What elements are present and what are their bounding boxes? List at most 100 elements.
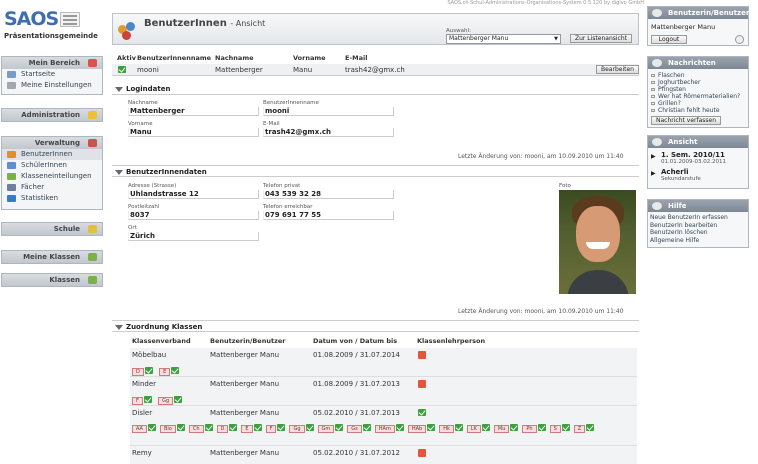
semester[interactable]: 1. Sem. 2010/11 [661, 151, 725, 159]
subject-tag[interactable]: Gg [158, 397, 174, 405]
subject-tag[interactable]: AA [132, 425, 147, 433]
subject-tag[interactable]: Gg [289, 425, 305, 433]
nav-startseite[interactable]: Startseite [2, 69, 102, 80]
message-item[interactable]: Flaschen [651, 72, 748, 79]
subject-tag[interactable]: Z [573, 425, 586, 433]
cell-email: trash42@gmx.ch [345, 66, 405, 74]
school-icon [88, 225, 97, 233]
subject-tag[interactable]: Gm [317, 425, 335, 433]
envelope-icon [651, 109, 655, 112]
cell-datum: 05.02.2010 / 31.07.2012 [313, 449, 400, 457]
subject-tag[interactable]: Ph [522, 425, 537, 433]
help-link[interactable]: BenutzerIn bearbeiten [650, 222, 748, 230]
cell-klasse: Möbelbau [132, 351, 167, 359]
nachrichten-box: Nachrichten Flaschen Joghurtbecher Pfingst… [647, 56, 749, 128]
check-icon [427, 424, 436, 431]
subject-tag[interactable]: HAb [407, 425, 427, 433]
subject-tag[interactable]: Ch [188, 425, 204, 433]
check-icon [537, 424, 546, 431]
help-icon [652, 202, 662, 210]
check-icon [253, 424, 262, 431]
subject-tag[interactable]: E [159, 368, 171, 376]
label-telefon-privat: Telefon privat [263, 183, 301, 189]
collapse-icon [115, 170, 123, 175]
auswahl-select[interactable]: Mattenberger Manu ▼ [446, 34, 561, 44]
remove-icon[interactable] [418, 380, 426, 388]
zur-listenansicht-button[interactable]: Zur Listenansicht [570, 34, 632, 43]
nav-statistiken[interactable]: Statistiken [2, 193, 102, 204]
value-vorname: Manu [128, 128, 259, 137]
nachricht-verfassen-button[interactable]: Nachricht verfassen [651, 116, 722, 125]
subject-tag[interactable]: Hk [439, 425, 454, 433]
nav-meine-einstellungen[interactable]: Meine Einstellungen [2, 80, 102, 91]
schule-header[interactable]: Schule [2, 223, 102, 235]
subject-tag[interactable]: LK [466, 425, 481, 433]
remove-icon[interactable] [418, 351, 426, 359]
meine-klassen-header[interactable]: Meine Klassen [2, 251, 102, 263]
warning-icon [88, 111, 97, 119]
message-item[interactable]: Joghurtbecher [651, 79, 748, 86]
subject-tag[interactable]: S [549, 425, 561, 433]
administration-header[interactable]: Administration [2, 109, 102, 121]
subject-tag[interactable]: D [132, 368, 144, 376]
message-title: Joghurtbecher [658, 79, 701, 86]
cell-datum: 05.02.2010 / 31.07.2013 [313, 409, 400, 417]
group-icon [88, 253, 97, 261]
help-link[interactable]: BenutzerIn löschen [650, 229, 748, 237]
saos-logo[interactable]: SAOS [4, 8, 59, 30]
subject-tag[interactable]: F [265, 425, 277, 433]
nav-klasseneinteilungen[interactable]: Klasseneinteilungen [2, 171, 102, 182]
message-item[interactable]: Wer hat Römermaterialien? [651, 93, 748, 100]
title-bar: BenutzerInnen - Ansicht Auswahl: Mattenb… [112, 13, 639, 45]
verwaltung-header[interactable]: Verwaltung [2, 137, 102, 149]
subject-tag[interactable]: Bio [159, 425, 176, 433]
subject-tag[interactable]: D [216, 425, 229, 433]
subject-tag[interactable]: Mu [493, 425, 510, 433]
section-zuordnung-klassen[interactable]: Zuordnung Klassen [112, 320, 639, 332]
klassen-row: Remy Mattenberger Manu 05.02.2010 / 31.0… [130, 446, 637, 464]
cell-nachname: Mattenberger [215, 66, 263, 74]
remove-icon[interactable] [418, 449, 426, 457]
section-benutzerinnendaten[interactable]: BenutzerInnendaten [112, 165, 639, 177]
cell-benutzer: Mattenberger Manu [210, 380, 280, 388]
collapse-icon [115, 87, 123, 92]
klassen-header[interactable]: Klassen [2, 274, 102, 286]
logged-in-user: Mattenberger Manu [651, 23, 716, 31]
message-item[interactable]: Christian fehlt heute [651, 107, 748, 114]
subject-tag[interactable]: Gs [347, 425, 362, 433]
nav-faecher[interactable]: Fächer [2, 182, 102, 193]
message-title: Flaschen [658, 72, 685, 79]
mein-bereich-header[interactable]: Mein Bereich [2, 57, 102, 69]
check-icon [561, 424, 570, 431]
cell-klasse: Remy [132, 449, 152, 457]
subject-tag[interactable]: HAm [374, 425, 395, 433]
check-icon [454, 424, 463, 431]
organization-name: Präsentationsgemeinde [4, 32, 98, 40]
cell-benutzer: Mattenberger Manu [210, 351, 280, 359]
nav-schuelerinnen[interactable]: SchülerInnen [2, 160, 102, 171]
check-icon [510, 424, 519, 431]
subject-tag[interactable]: F [132, 397, 143, 405]
message-title: Wer hat Römermaterialien? [658, 93, 741, 100]
message-title: Pfingsten [658, 86, 686, 93]
subject-tag[interactable]: E [241, 425, 253, 433]
check-icon [174, 396, 183, 403]
help-link[interactable]: Neue BenutzerIn erfassen [650, 214, 748, 222]
klassen-box: Klassen [1, 273, 103, 287]
bearbeiten-button[interactable]: Bearbeiten [596, 65, 639, 74]
message-item[interactable]: Pfingsten [651, 86, 748, 93]
subject-tags: F Gg [132, 396, 183, 405]
logo-graphic [60, 12, 80, 27]
settings-icon[interactable] [735, 35, 744, 44]
cell-datum: 01.08.2009 / 31.07.2014 [313, 351, 400, 359]
section-logindaten[interactable]: Logindaten [112, 83, 639, 95]
nav-benutzerinnen[interactable]: BenutzerInnen [2, 149, 102, 160]
label-vorname: Vorname [128, 121, 153, 127]
administration-box: Administration [1, 108, 103, 122]
help-link[interactable]: Allgemeine Hilfe [650, 237, 748, 245]
envelope-icon [651, 95, 655, 98]
logout-button[interactable]: Logout [651, 35, 687, 44]
envelope-icon [651, 88, 655, 91]
message-item[interactable]: Grillen? [651, 100, 748, 107]
school[interactable]: Acherli [661, 168, 689, 176]
